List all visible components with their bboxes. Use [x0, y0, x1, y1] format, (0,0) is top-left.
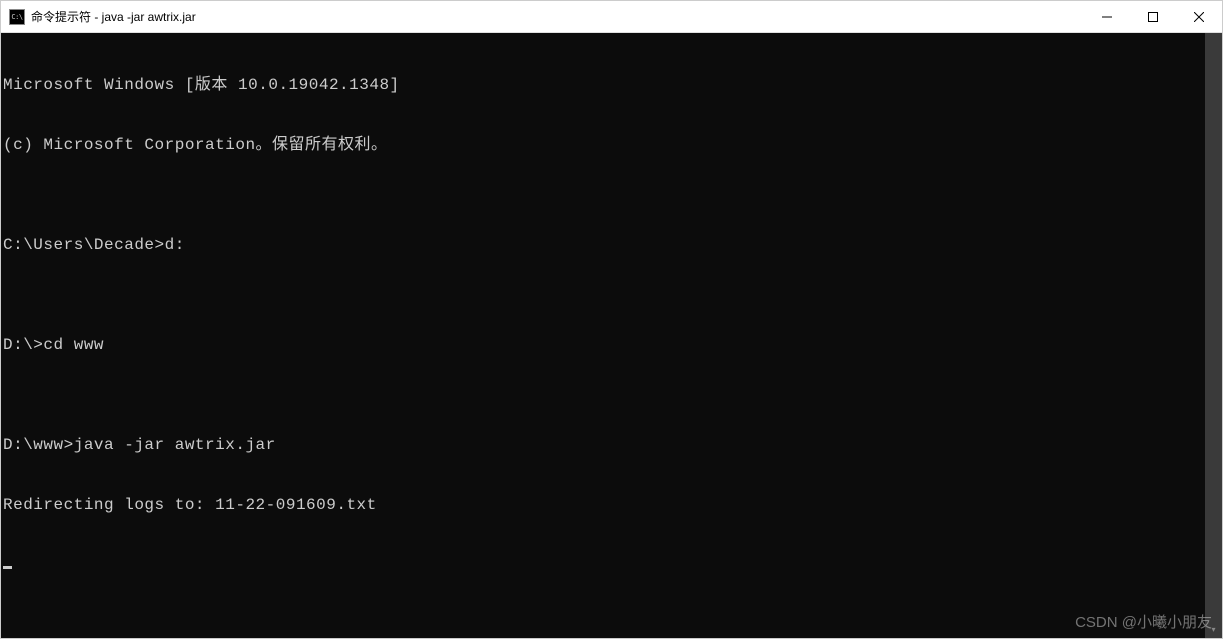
minimize-icon	[1102, 12, 1112, 22]
titlebar[interactable]: C:\ 命令提示符 - java -jar awtrix.jar	[1, 1, 1222, 33]
window-title: 命令提示符 - java -jar awtrix.jar	[31, 8, 1084, 25]
terminal-line: D:\www>java -jar awtrix.jar	[3, 435, 1205, 455]
terminal-line: C:\Users\Decade>d:	[3, 235, 1205, 255]
window-controls	[1084, 1, 1222, 32]
terminal-cursor-line	[3, 555, 1205, 575]
cursor	[3, 566, 12, 569]
terminal-output[interactable]: Microsoft Windows [版本 10.0.19042.1348] (…	[1, 33, 1205, 638]
terminal-line: Redirecting logs to: 11-22-091609.txt	[3, 495, 1205, 515]
app-icon: C:\	[9, 9, 25, 25]
minimize-button[interactable]	[1084, 1, 1130, 32]
terminal-line: Microsoft Windows [版本 10.0.19042.1348]	[3, 75, 1205, 95]
maximize-icon	[1148, 12, 1158, 22]
close-button[interactable]	[1176, 1, 1222, 32]
content-area: Microsoft Windows [版本 10.0.19042.1348] (…	[1, 33, 1222, 638]
terminal-line: (c) Microsoft Corporation。保留所有权利。	[3, 135, 1205, 155]
terminal-line: D:\>cd www	[3, 335, 1205, 355]
scrollbar-thumb[interactable]	[1205, 33, 1222, 638]
scroll-down-arrow[interactable]: ▾	[1205, 621, 1222, 638]
vertical-scrollbar[interactable]: ▾	[1205, 33, 1222, 638]
command-prompt-window: C:\ 命令提示符 - java -jar awtrix.jar Microso…	[0, 0, 1223, 639]
maximize-button[interactable]	[1130, 1, 1176, 32]
close-icon	[1194, 12, 1204, 22]
